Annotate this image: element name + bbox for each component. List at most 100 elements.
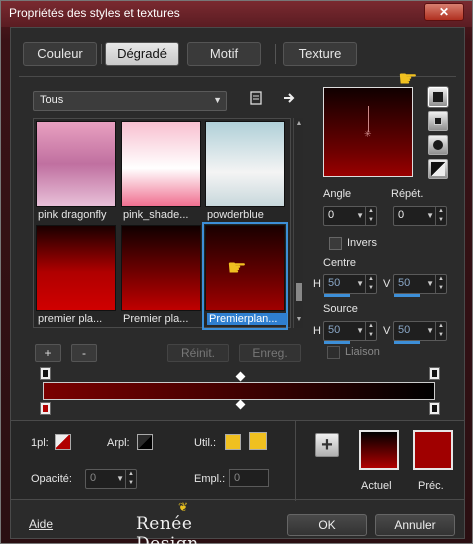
butterfly-icon: ❦ [178, 500, 189, 514]
invert-checkbox[interactable] [329, 237, 342, 250]
stop-color-chip[interactable] [55, 434, 71, 450]
center-v-label: V [383, 278, 391, 290]
spin-arrows-icon[interactable]: ▲ ▼ [365, 275, 376, 293]
previous-swatch[interactable] [413, 430, 453, 470]
bottom-stop-left[interactable] [40, 402, 51, 415]
source-h-spinner[interactable]: 50 ▼ ▲ ▼ [323, 321, 377, 341]
brand-text: Renée Design [136, 514, 199, 544]
util-color-chip-small[interactable] [225, 434, 241, 450]
spin-arrows-icon[interactable]: ▲ ▼ [435, 322, 446, 340]
util-color-chip[interactable] [249, 432, 267, 450]
gradient-editor-bar[interactable] [43, 382, 435, 400]
chevron-down-icon[interactable]: ▼ [356, 211, 364, 220]
tab-couleur[interactable]: Couleur [23, 42, 97, 66]
angle-label: Angle [323, 188, 352, 200]
source-h-progress [324, 341, 350, 344]
remove-button[interactable]: - [71, 344, 97, 362]
opacity-spinner[interactable]: 0 ▼ ▲ ▼ [85, 469, 137, 489]
gradient-swatch [36, 225, 116, 311]
stop-color [43, 370, 48, 377]
link-label: Liaison [345, 346, 380, 358]
scroll-down-icon[interactable]: ▼ [294, 316, 304, 326]
add-color-button[interactable]: + [315, 433, 339, 457]
radial-style-icon [431, 162, 445, 176]
tab-separator [101, 44, 102, 64]
scroll-thumb[interactable] [296, 283, 302, 301]
gradient-grid: pink dragonfly pink_shade... powderblue … [33, 118, 291, 330]
location-label: 1pl: [31, 437, 49, 449]
center-h-label: H [313, 278, 321, 290]
bottom-stop-right[interactable] [429, 402, 440, 415]
tab-degrade[interactable]: Dégradé [105, 42, 179, 66]
link-checkbox[interactable] [327, 346, 340, 359]
empl-field[interactable]: 0 [229, 469, 269, 487]
chevron-down-icon[interactable]: ▼ [426, 211, 434, 220]
tab-bar: Couleur Dégradé Motif Texture [11, 42, 464, 70]
spin-arrows-icon[interactable]: ▲ ▼ [435, 275, 446, 293]
gradient-swatch [121, 121, 201, 207]
window-title: Propriétés des styles et textures [9, 6, 180, 20]
add-button[interactable]: + [35, 344, 61, 362]
top-stop-left[interactable] [40, 367, 51, 380]
chevron-down-icon[interactable]: ▼ [426, 326, 434, 335]
stop-color [432, 405, 437, 412]
gradient-swatch [121, 225, 201, 311]
source-v-progress [394, 341, 420, 344]
invert-label: Invers [347, 237, 377, 249]
util-label: Util.: [194, 437, 216, 449]
current-swatch[interactable] [359, 430, 399, 470]
spin-arrows-icon[interactable]: ▲ ▼ [365, 322, 376, 340]
midpoint-handle[interactable] [235, 371, 246, 382]
ok-button[interactable]: OK [287, 514, 367, 536]
arrow-right-icon[interactable] [281, 91, 299, 109]
current-label: Actuel [361, 480, 392, 492]
reset-button[interactable]: Réinit. [167, 344, 229, 362]
grid-scrollbar[interactable]: ▲ ▼ [293, 118, 303, 328]
style-sunburst-button[interactable] [428, 135, 448, 155]
document-icon[interactable] [247, 91, 265, 109]
style-radial-button[interactable] [428, 159, 448, 179]
cancel-button[interactable]: Annuler [375, 514, 455, 536]
gradient-name: pink dragonfly [38, 209, 107, 221]
opacity-value: 0 [90, 472, 97, 484]
style-rectangular-button[interactable] [428, 111, 448, 131]
opacity-label: Opacité: [31, 473, 72, 485]
close-button[interactable]: ✕ [424, 3, 464, 21]
source-v-spinner[interactable]: 50 ▼ ▲ ▼ [393, 321, 447, 341]
angle-spinner[interactable]: 0 ▼ ▲ ▼ [323, 206, 377, 226]
previous-label: Préc. [418, 480, 444, 492]
save-button[interactable]: Enreg. [239, 344, 301, 362]
chevron-down-icon[interactable]: ▼ [356, 326, 364, 335]
top-stop-right[interactable] [429, 367, 440, 380]
spin-arrows-icon[interactable]: ▲ ▼ [365, 207, 376, 225]
center-h-spinner[interactable]: 50 ▼ ▲ ▼ [323, 274, 377, 294]
divider [19, 76, 456, 77]
repeat-label: Répét. [391, 188, 424, 200]
chevron-down-icon[interactable]: ▼ [426, 279, 434, 288]
style-linear-button[interactable] [428, 87, 448, 107]
stop-color [43, 405, 48, 412]
spin-arrows-icon[interactable]: ▲ ▼ [435, 207, 446, 225]
chevron-down-icon[interactable]: ▼ [356, 279, 364, 288]
center-v-progress [394, 294, 420, 297]
chevron-down-icon[interactable]: ▼ [116, 474, 124, 483]
tab-texture[interactable]: Texture [283, 42, 357, 66]
tab-motif[interactable]: Motif [187, 42, 261, 66]
gradient-name: premier pla... [38, 313, 103, 325]
arpl-color-chip[interactable] [137, 434, 153, 450]
repeat-spinner[interactable]: 0 ▼ ▲ ▼ [393, 206, 447, 226]
scroll-up-icon[interactable]: ▲ [294, 120, 304, 130]
center-v-spinner[interactable]: 50 ▼ ▲ ▼ [393, 274, 447, 294]
gradient-swatch [205, 121, 285, 207]
center-marker-icon: ✳ [364, 129, 372, 139]
angle-value: 0 [328, 209, 335, 221]
center-h-value: 50 [328, 277, 341, 289]
tab-separator [275, 44, 276, 64]
gradient-preview[interactable]: ✳ [323, 87, 413, 177]
source-v-value: 50 [398, 324, 411, 336]
gradient-name: pink_shade... [123, 209, 189, 221]
spin-arrows-icon[interactable]: ▲ ▼ [125, 470, 136, 488]
midpoint-handle[interactable] [235, 399, 246, 410]
category-select[interactable]: Tous ▼ [33, 91, 227, 111]
help-link[interactable]: Aide [29, 517, 53, 531]
